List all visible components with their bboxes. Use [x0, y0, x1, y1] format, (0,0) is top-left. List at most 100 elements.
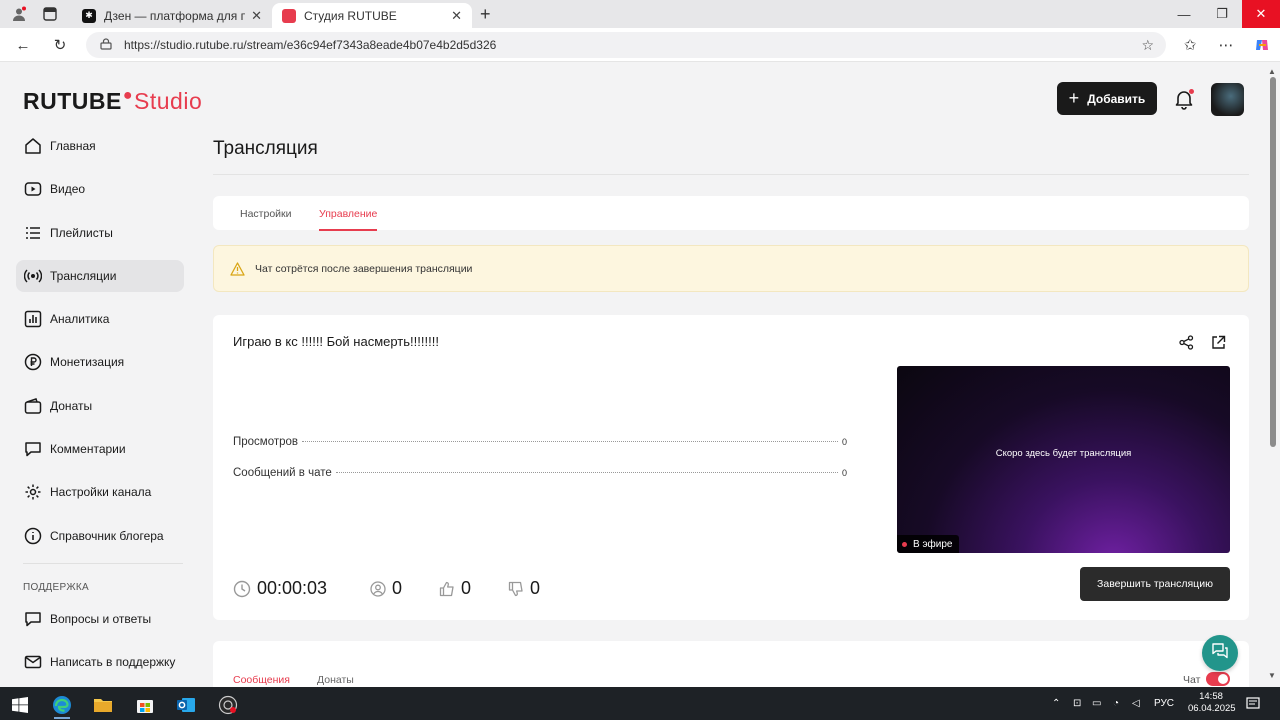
windows-taskbar: ⌃ ⊡ ▭ ◔ ◁ РУС 14:58 06.04.2025	[0, 687, 1280, 720]
logo-dot: ●	[122, 87, 134, 104]
likes-count: 0	[439, 578, 471, 599]
file-explorer-icon[interactable]	[86, 691, 120, 719]
site-info-icon[interactable]	[100, 37, 112, 53]
network-tray-icon[interactable]: ⊡	[1073, 687, 1081, 720]
stat-chat-messages: Сообщений в чате 0	[233, 467, 847, 479]
obs-studio-icon[interactable]	[211, 691, 245, 719]
analytics-icon	[23, 309, 43, 329]
url-field[interactable]: https://studio.rutube.ru/stream/e36c94ef…	[86, 32, 1166, 58]
wifi-tray-icon[interactable]: ◔	[1113, 687, 1119, 720]
page-tabs: Настройки Управление	[213, 196, 1249, 231]
minimize-icon[interactable]: —	[1165, 0, 1203, 28]
viewer-icon	[370, 580, 386, 597]
comment-icon	[23, 439, 43, 459]
more-menu-icon[interactable]: ⋯	[1216, 35, 1236, 55]
stream-preview[interactable]: Скоро здесь будет трансляция В эфире	[897, 366, 1230, 553]
thumbs-up-icon	[439, 581, 455, 597]
notifications-bell-icon[interactable]	[1172, 87, 1196, 111]
address-bar: ← ↻ https://studio.rutube.ru/stream/e36c…	[0, 28, 1280, 62]
warning-icon	[230, 261, 245, 276]
stat-views: Просмотров 0	[233, 436, 847, 448]
external-link-icon[interactable]	[1211, 335, 1226, 355]
avatar[interactable]	[1211, 83, 1244, 116]
browser-tab-studio[interactable]: Студия RUTUBE ✕	[272, 3, 472, 28]
windows-start-icon[interactable]	[3, 691, 37, 719]
sidebar-item-analytics[interactable]: Аналитика	[16, 303, 184, 335]
chat-toggle-label: Чат	[1183, 674, 1201, 686]
scroll-up-icon[interactable]: ▲	[1268, 67, 1276, 76]
close-window-icon[interactable]: ✕	[1242, 0, 1280, 28]
close-tab-icon[interactable]: ✕	[251, 8, 262, 24]
rutube-studio-logo[interactable]: RUTUBE ● Studio	[23, 87, 202, 115]
add-button[interactable]: + Добавить	[1057, 82, 1157, 115]
taskbar-clock[interactable]: 14:58 06.04.2025	[1188, 691, 1236, 715]
copilot-icon[interactable]	[1252, 35, 1272, 55]
clock-icon	[233, 580, 251, 598]
sidebar-divider	[23, 562, 183, 564]
alert-text: Чат сотрётся после завершения трансляции	[255, 262, 473, 275]
sidebar-item-home[interactable]: Главная	[16, 130, 184, 162]
store-icon[interactable]	[128, 691, 162, 719]
tab-donations[interactable]: Донаты	[317, 674, 354, 686]
chat-warning-alert: Чат сотрётся после завершения трансляции	[213, 245, 1249, 292]
battery-tray-icon[interactable]: ▭	[1092, 687, 1101, 720]
chat-toggle[interactable]	[1206, 672, 1230, 686]
sidebar-item-broadcasts[interactable]: Трансляции	[16, 259, 184, 292]
support-chat-icon	[1211, 642, 1229, 665]
edge-taskbar-icon[interactable]	[45, 691, 79, 719]
profile-icon[interactable]	[10, 5, 28, 23]
sidebar-item-video[interactable]: Видео	[16, 173, 184, 205]
language-indicator[interactable]: РУС	[1154, 687, 1174, 720]
thumbs-down-icon	[508, 581, 524, 597]
notification-dot	[1189, 89, 1194, 94]
back-icon[interactable]: ←	[13, 35, 33, 55]
support-chat-button[interactable]	[1202, 635, 1238, 671]
tab-title: Студия RUTUBE	[304, 8, 397, 23]
tab-management[interactable]: Управление	[319, 208, 378, 231]
outlook-icon[interactable]	[169, 691, 203, 719]
close-tab-icon[interactable]: ✕	[451, 8, 462, 24]
favorites-icon[interactable]: ✩	[1180, 35, 1200, 55]
live-badge: В эфире	[897, 535, 959, 553]
volume-tray-icon[interactable]: ◁	[1132, 687, 1140, 720]
tab-messages[interactable]: Сообщения	[233, 674, 290, 686]
tab-actions-icon[interactable]	[41, 5, 59, 23]
maximize-icon[interactable]: ❐	[1203, 0, 1241, 28]
sidebar-item-faq[interactable]: Вопросы и ответы	[16, 603, 184, 635]
plus-icon: +	[1068, 88, 1080, 108]
live-dot	[902, 541, 907, 547]
end-stream-button[interactable]: Завершить трансляцию	[1080, 567, 1230, 601]
sidebar-item-playlists[interactable]: Плейлисты	[16, 217, 184, 249]
page-scrollbar[interactable]: ▲ ▼	[1266, 63, 1280, 687]
url-text: https://studio.rutube.ru/stream/e36c94ef…	[124, 38, 497, 52]
scrollbar-thumb[interactable]	[1270, 77, 1276, 447]
stream-title: Играю в кс !!!!!! Бой насмерть!!!!!!!!	[233, 334, 439, 349]
share-icon[interactable]	[1179, 335, 1194, 355]
sidebar-item-contact-support[interactable]: Написать в поддержку	[16, 646, 184, 678]
show-hidden-icons[interactable]: ⌃	[1052, 687, 1060, 720]
support-heading: ПОДДЕРЖКА	[23, 581, 89, 593]
sidebar-item-blogger-guide[interactable]: Справочник блогера	[16, 520, 184, 552]
browser-tab-dzen[interactable]: ✱ Дзен — платформа для просмотра ✕	[72, 3, 272, 28]
tab-settings[interactable]: Настройки	[240, 208, 292, 220]
sidebar-item-donations[interactable]: Донаты	[16, 390, 184, 422]
reload-icon[interactable]: ↻	[50, 35, 70, 55]
notification-center-icon[interactable]	[1246, 687, 1260, 720]
dislikes-count: 0	[508, 578, 540, 599]
info-icon	[23, 526, 43, 546]
sidebar-item-comments[interactable]: Комментарии	[16, 433, 184, 465]
bookmark-star-icon[interactable]: ☆	[1141, 37, 1154, 54]
tab-title: Дзен — платформа для просмотра	[104, 8, 246, 23]
preview-placeholder-text: Скоро здесь будет трансляция	[995, 448, 1132, 459]
broadcast-icon	[23, 266, 43, 286]
playlist-icon	[23, 223, 43, 243]
ruble-icon	[23, 352, 43, 372]
dotted-leader	[335, 472, 838, 473]
new-tab-icon[interactable]: +	[480, 4, 491, 25]
scroll-down-icon[interactable]: ▼	[1268, 671, 1276, 680]
home-icon	[23, 136, 43, 156]
sidebar-item-monetization[interactable]: Монетизация	[16, 346, 184, 378]
stream-timer: 00:00:03	[233, 578, 327, 599]
gear-icon	[23, 482, 43, 502]
sidebar-item-channel-settings[interactable]: Настройки канала	[16, 476, 184, 508]
